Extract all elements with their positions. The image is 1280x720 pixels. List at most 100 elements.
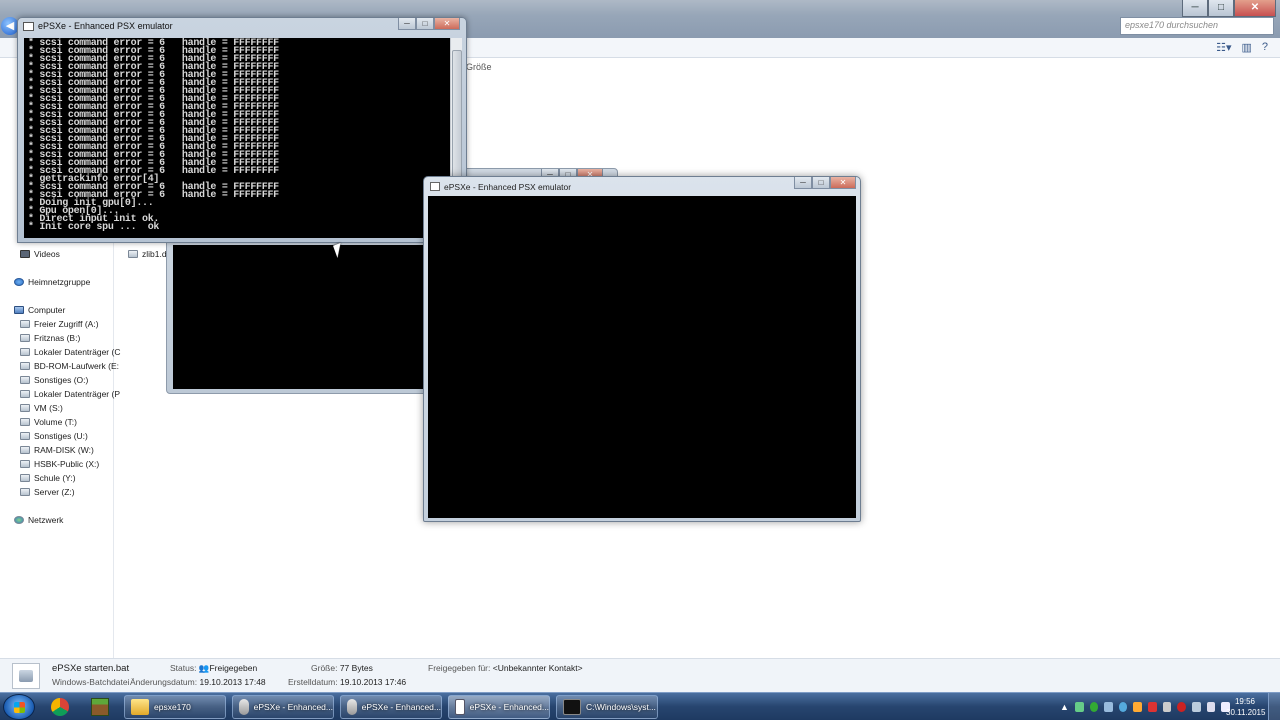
start-button[interactable]	[3, 694, 35, 720]
nav-item-drive[interactable]: BD-ROM-Laufwerk (E:	[20, 359, 119, 373]
close-button[interactable]: ✕	[1234, 0, 1276, 17]
tray-app-icon[interactable]	[1162, 702, 1172, 712]
maximize-button[interactable]: □	[416, 18, 434, 30]
show-desktop-button[interactable]	[1268, 693, 1280, 720]
nav-item-drive[interactable]: Schule (Y:)	[20, 471, 76, 485]
grass-block-icon	[91, 698, 109, 716]
console-line: * Init core spu ... ok	[28, 222, 160, 233]
minimize-button[interactable]: ─	[794, 177, 812, 189]
batch-file-icon	[12, 663, 40, 689]
clock-date: 30.11.2015	[1226, 708, 1266, 717]
video-library-icon	[20, 250, 30, 258]
maximize-button[interactable]: □	[1208, 0, 1234, 17]
nav-item-network[interactable]: Netzwerk	[14, 513, 63, 527]
file-item-zlib[interactable]: zlib1.dll	[128, 249, 170, 259]
taskbar-item-epsxe[interactable]: ePSXe - Enhanced...	[232, 695, 334, 719]
shared-users-icon: 👥	[198, 663, 210, 673]
details-created-label: Erstelldatum:	[288, 677, 338, 687]
computer-icon	[14, 306, 24, 314]
show-hidden-icons-icon[interactable]: ▲	[1060, 702, 1069, 712]
close-button[interactable]: ✕	[434, 18, 460, 30]
nav-item-drive[interactable]: VM (S:)	[20, 401, 63, 415]
nav-item-drive[interactable]: HSBK-Public (X:)	[20, 457, 99, 471]
gamepad-icon	[347, 699, 357, 715]
details-pane: ePSXe starten.bat Windows-Batchdatei Sta…	[0, 658, 1280, 692]
dll-file-icon	[128, 250, 138, 258]
chrome-pinned-app[interactable]	[42, 695, 78, 719]
network-icon	[14, 516, 24, 524]
emulator-window-controls: ─ □ ✕	[794, 177, 856, 189]
minimize-button[interactable]: ─	[398, 18, 416, 30]
tray-app-icon[interactable]	[1089, 702, 1099, 712]
details-status-label: Status:	[170, 663, 197, 673]
help-icon[interactable]: ?	[1262, 41, 1268, 54]
system-tray: ▲	[1060, 697, 1230, 717]
network-drive-icon	[20, 474, 30, 482]
tray-app-icon[interactable]	[1074, 702, 1084, 712]
details-size-label: Größe:	[311, 663, 338, 673]
antivirus-icon[interactable]	[1177, 702, 1187, 712]
taskbar-item-epsxe[interactable]: ePSXe - Enhanced...	[340, 695, 442, 719]
network-drive-icon	[20, 460, 30, 468]
nav-item-drive[interactable]: RAM-DISK (W:)	[20, 443, 94, 457]
clock-time: 19:56	[1234, 697, 1256, 706]
nav-item-drive[interactable]: Lokaler Datenträger (C	[20, 345, 120, 359]
emulator-window[interactable]: ePSXe - Enhanced PSX emulator ─ □ ✕	[423, 176, 861, 522]
drive-icon	[20, 390, 30, 398]
chrome-icon	[51, 698, 69, 716]
command-prompt-icon	[563, 699, 581, 715]
console-icon	[23, 22, 34, 31]
drive-icon	[20, 320, 30, 328]
nav-item-computer[interactable]: Computer	[14, 303, 65, 317]
console-window-controls: ─ □ ✕	[398, 18, 460, 30]
close-button[interactable]: ✕	[830, 177, 856, 189]
taskbar-item-epsxe-active[interactable]: ePSXe - Enhanced...	[448, 695, 550, 719]
column-header-size[interactable]: Größe	[466, 62, 492, 72]
minimize-button[interactable]: ─	[1182, 0, 1208, 17]
details-shared-value: <Unbekannter Kontakt>	[492, 663, 583, 673]
tray-app-icon[interactable]	[1192, 702, 1201, 712]
drive-icon	[20, 376, 30, 384]
view-options-icon[interactable]: ☷▾	[1216, 41, 1231, 54]
taskbar: epsxe170 ePSXe - Enhanced... ePSXe - Enh…	[0, 692, 1280, 720]
emulator-display[interactable]	[428, 196, 856, 518]
maximize-button[interactable]: □	[812, 177, 830, 189]
ram-disk-icon	[20, 446, 30, 454]
console-window[interactable]: ePSXe - Enhanced PSX emulator ─ □ ✕ * sc…	[17, 17, 467, 243]
preview-pane-icon[interactable]: ▥	[1241, 41, 1251, 54]
nav-item-drive[interactable]: Volume (T:)	[20, 415, 77, 429]
taskbar-item-console[interactable]: C:\Windows\syst...	[556, 695, 658, 719]
nav-item-drive[interactable]: Server (Z:)	[20, 485, 75, 499]
console-title: ePSXe - Enhanced PSX emulator	[38, 21, 173, 31]
tray-app-icon[interactable]	[1104, 702, 1113, 712]
tray-app-icon[interactable]	[1118, 702, 1128, 712]
details-filename: ePSXe starten.bat	[52, 663, 130, 674]
tray-app-icon[interactable]	[1133, 702, 1143, 712]
taskbar-item-explorer[interactable]: epsxe170	[124, 695, 226, 719]
nav-item-drive[interactable]: Freier Zugriff (A:)	[20, 317, 99, 331]
network-drive-icon	[20, 488, 30, 496]
nav-item-homegroup[interactable]: Heimnetzgruppe	[14, 275, 90, 289]
explorer-window-controls: ─ □ ✕	[1182, 0, 1276, 17]
nav-item-videos[interactable]: Videos	[20, 247, 60, 261]
folder-icon	[131, 699, 149, 715]
emulator-icon	[430, 182, 440, 191]
details-shared-label: Freigegeben für:	[428, 663, 491, 673]
network-status-icon[interactable]	[1206, 702, 1216, 712]
gamepad-icon	[239, 699, 249, 715]
nav-item-drive[interactable]: Sonstiges (U:)	[20, 429, 88, 443]
drive-icon	[20, 404, 30, 412]
nav-item-drive[interactable]: Fritznas (B:)	[20, 331, 80, 345]
details-created-value: 19.10.2013 17:46	[339, 677, 407, 687]
details-size-value: 77 Bytes	[339, 663, 373, 673]
minecraft-pinned-app[interactable]	[82, 695, 118, 719]
window-icon	[455, 699, 465, 715]
drive-icon	[20, 418, 30, 426]
details-status-value: Freigegeben	[209, 663, 258, 673]
nav-item-drive[interactable]: Sonstiges (O:)	[20, 373, 88, 387]
nav-item-drive[interactable]: Lokaler Datenträger (P	[20, 387, 120, 401]
clock[interactable]: 19:56 30.11.2015	[1226, 696, 1266, 718]
search-input[interactable]: epsxe170 durchsuchen	[1120, 17, 1274, 35]
tray-app-icon[interactable]	[1148, 702, 1157, 712]
details-modified-value: 19.10.2013 17:48	[199, 677, 266, 687]
